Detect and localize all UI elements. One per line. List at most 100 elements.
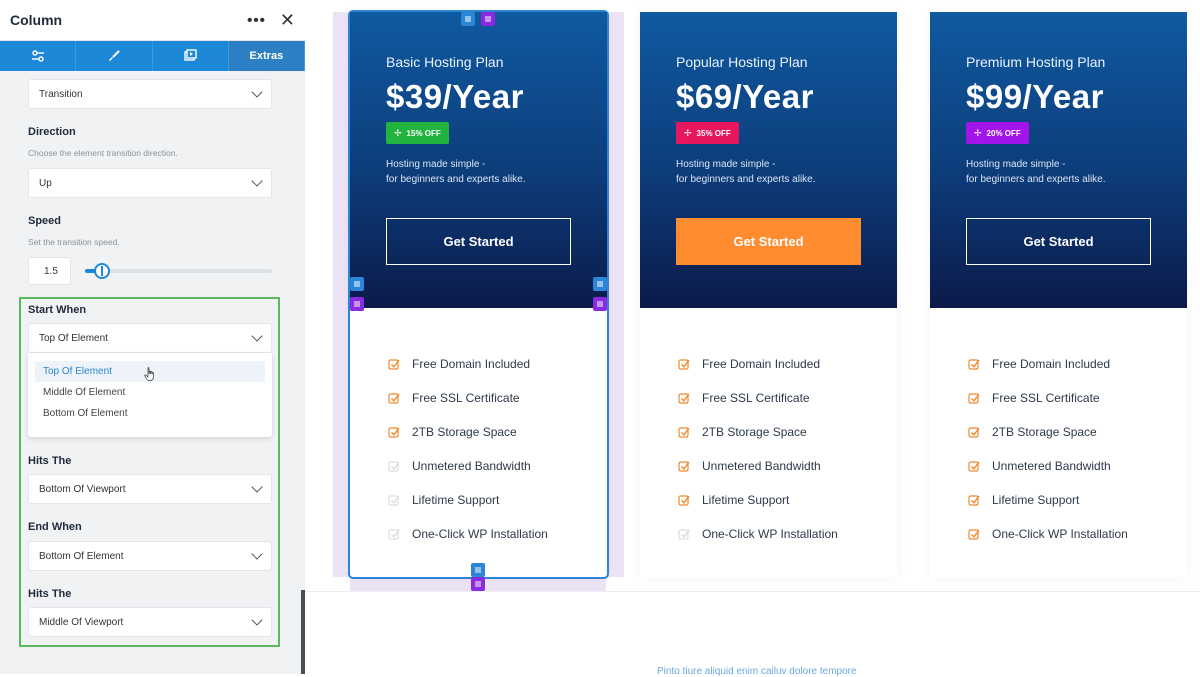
end-when-select[interactable]: Bottom Of Element	[28, 541, 272, 571]
hits-the-select-2[interactable]: Middle Of Viewport	[28, 607, 272, 637]
end-when-select-value: Bottom Of Element	[39, 550, 124, 562]
bottom-handle-2[interactable]	[471, 577, 485, 591]
settings-sidebar: Column ••• ✕ Extras Transition Direction…	[0, 0, 305, 674]
sparkle-icon: ✢	[974, 127, 982, 138]
bottom-handle[interactable]	[471, 563, 485, 577]
feature-item: One-Click WP Installation	[678, 517, 838, 551]
dropdown-option-middle-of-element[interactable]: Middle Of Element	[35, 382, 265, 403]
check-square-icon	[678, 495, 690, 506]
footer-text[interactable]: Pinto tiure aliquid enim cailuv dolore t…	[657, 666, 857, 677]
feature-item: Free SSL Certificate	[388, 381, 548, 415]
get-started-button[interactable]: Get Started	[386, 218, 571, 265]
feature-label: Unmetered Bandwidth	[412, 459, 531, 473]
tab-layout[interactable]	[0, 41, 77, 71]
columns-icon	[354, 281, 360, 287]
speed-slider-handle[interactable]	[94, 263, 110, 279]
right-resize-handle-2[interactable]	[593, 297, 607, 311]
feature-label: Free Domain Included	[702, 357, 821, 371]
columns-icon	[354, 301, 360, 307]
feature-label: Free Domain Included	[992, 357, 1111, 371]
dropdown-option-bottom-of-element[interactable]: Bottom Of Element	[35, 403, 265, 424]
columns-icon	[597, 281, 603, 287]
start-when-dropdown: Top Of Element Middle Of Element Bottom …	[28, 353, 272, 437]
card-header: Popular Hosting Plan $69/Year ✢ 35% OFF H…	[640, 12, 897, 308]
check-square-icon	[678, 393, 690, 404]
hits-the-select-value: Bottom Of Viewport	[39, 483, 126, 495]
feature-list: Free Domain Included Free SSL Certificate…	[388, 347, 548, 551]
pricing-card-premium[interactable]: Premium Hosting Plan $99/Year ✢ 20% OFF H…	[930, 12, 1187, 577]
feature-item: Lifetime Support	[678, 483, 838, 517]
direction-select[interactable]: Up	[28, 168, 272, 198]
media-icon	[184, 49, 197, 61]
plan-description-line-1: Hosting made simple -	[966, 159, 1066, 170]
feature-label: 2TB Storage Space	[992, 425, 1097, 439]
left-resize-handle[interactable]	[350, 277, 364, 291]
check-square-icon	[678, 427, 690, 438]
speed-input[interactable]: 1.5	[28, 257, 71, 285]
plan-name: Premium Hosting Plan	[966, 54, 1106, 70]
plan-name: Popular Hosting Plan	[676, 54, 808, 70]
feature-item: Lifetime Support	[388, 483, 548, 517]
feature-item: Free SSL Certificate	[678, 381, 838, 415]
feature-label: One-Click WP Installation	[412, 527, 548, 541]
direction-desc: Choose the element transition direction.	[28, 148, 178, 158]
feature-item: 2TB Storage Space	[968, 415, 1128, 449]
chevron-down-icon	[251, 481, 263, 493]
plan-description-line-2: for beginners and experts alike.	[676, 174, 816, 185]
menu-icon	[465, 16, 471, 22]
close-icon[interactable]: ✕	[280, 10, 295, 31]
chevron-down-icon	[251, 330, 263, 342]
hits-the-select[interactable]: Bottom Of Viewport	[28, 474, 272, 504]
left-resize-handle-2[interactable]	[350, 297, 364, 311]
get-started-button[interactable]: Get Started	[676, 218, 861, 265]
feature-item: Unmetered Bandwidth	[968, 449, 1128, 483]
feature-item: Free Domain Included	[388, 347, 548, 381]
menu-icon	[475, 567, 481, 573]
effect-select[interactable]: Transition	[28, 79, 272, 109]
check-square-icon	[388, 461, 400, 472]
start-when-select[interactable]: Top Of Element	[28, 323, 272, 353]
check-square-icon	[678, 529, 690, 540]
check-square-icon	[968, 393, 980, 404]
chevron-down-icon	[251, 175, 263, 187]
feature-label: Lifetime Support	[702, 493, 790, 507]
feature-item: Free Domain Included	[678, 347, 838, 381]
feature-list: Free Domain Included Free SSL Certificate…	[678, 347, 838, 551]
right-resize-handle[interactable]	[593, 277, 607, 291]
row-settings-handle[interactable]	[461, 12, 475, 26]
feature-label: Free SSL Certificate	[992, 391, 1100, 405]
speed-desc: Set the transition speed.	[28, 237, 120, 247]
check-square-icon	[388, 393, 400, 404]
tab-style[interactable]	[76, 41, 153, 71]
start-when-select-value: Top Of Element	[39, 332, 108, 344]
card-header: Basic Hosting Plan $39/Year ✢ 15% OFF Hos…	[350, 12, 607, 308]
sparkle-icon: ✢	[684, 127, 692, 138]
feature-item: Unmetered Bandwidth	[678, 449, 838, 483]
check-square-icon	[968, 359, 980, 370]
plan-price: $69/Year	[676, 78, 814, 115]
feature-item: Unmetered Bandwidth	[388, 449, 548, 483]
feature-label: Unmetered Bandwidth	[702, 459, 821, 473]
hits-the-label-2: Hits The	[28, 588, 72, 600]
column-settings-handle[interactable]	[481, 12, 495, 26]
hits-the-select-2-value: Middle Of Viewport	[39, 616, 124, 628]
feature-label: Free SSL Certificate	[702, 391, 810, 405]
speed-slider-track[interactable]	[85, 269, 272, 273]
get-started-button[interactable]: Get Started	[966, 218, 1151, 265]
check-square-icon	[968, 427, 980, 438]
tab-extras[interactable]: Extras	[228, 41, 305, 71]
discount-badge-text: 20% OFF	[986, 128, 1021, 138]
pricing-card-basic[interactable]: Basic Hosting Plan $39/Year ✢ 15% OFF Hos…	[348, 10, 609, 579]
feature-item: One-Click WP Installation	[388, 517, 548, 551]
pricing-card-popular[interactable]: Popular Hosting Plan $69/Year ✢ 35% OFF H…	[640, 12, 897, 577]
feature-item: Lifetime Support	[968, 483, 1128, 517]
feature-label: Lifetime Support	[992, 493, 1080, 507]
more-horizontal-icon[interactable]: •••	[247, 12, 266, 29]
sliders-icon	[31, 50, 44, 62]
feature-label: Free Domain Included	[412, 357, 531, 371]
hits-the-label: Hits The	[28, 455, 72, 467]
end-when-label: End When	[28, 521, 82, 533]
feature-label: Unmetered Bandwidth	[992, 459, 1111, 473]
tab-media[interactable]	[152, 41, 229, 71]
check-square-icon	[968, 529, 980, 540]
